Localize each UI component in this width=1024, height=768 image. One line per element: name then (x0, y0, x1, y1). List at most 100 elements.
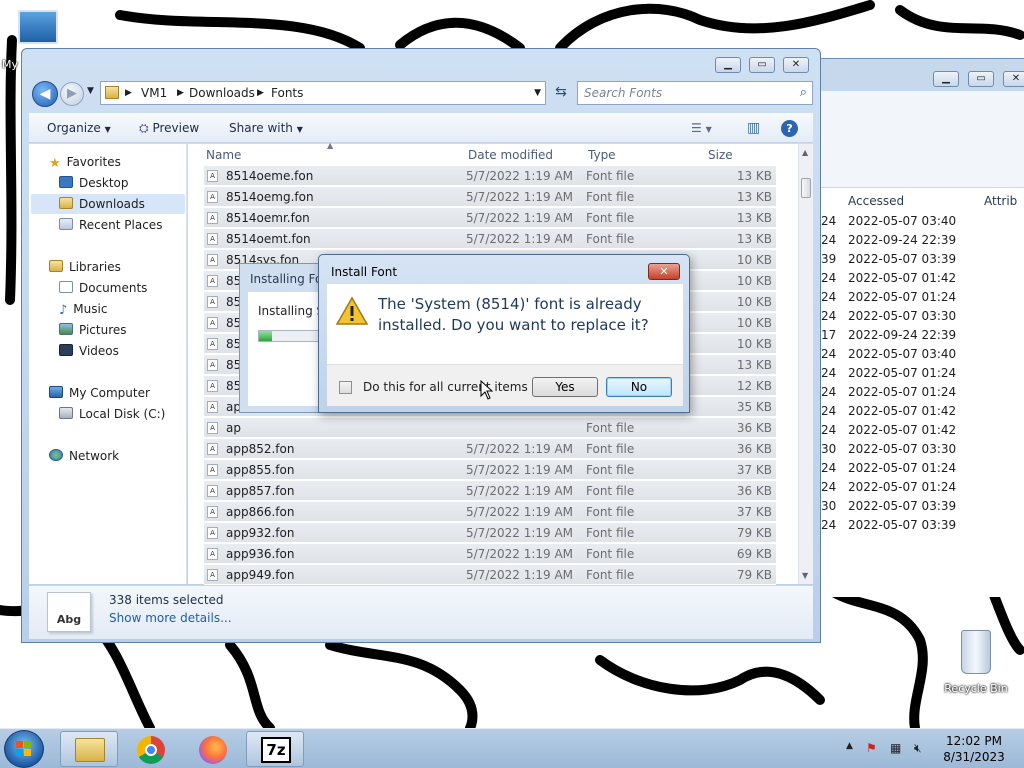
minimize-button[interactable]: ▁ (933, 71, 959, 87)
close-button[interactable]: ✕ (648, 263, 680, 280)
vertical-scrollbar[interactable]: ▲ ▼ (798, 144, 813, 584)
share-with-button[interactable]: Share with ▼ (229, 113, 303, 145)
desktop-icon-my-computer[interactable]: My (0, 10, 60, 71)
preview-pane-icon[interactable]: ▥ (747, 113, 760, 143)
file-row[interactable]: Aapp852.fon 5/7/2022 1:19 AM Font file 36 K… (204, 439, 776, 459)
breadcrumb-fonts[interactable]: Fonts (271, 82, 303, 104)
nav-my-computer[interactable]: My Computer (49, 383, 150, 403)
preview-button[interactable]: ⛭ Preview (139, 113, 199, 143)
file-row[interactable]: Aapp932.fon 5/7/2022 1:19 AM Font file 79 K… (204, 523, 776, 543)
taskbar-firefox[interactable] (184, 731, 242, 767)
file-row[interactable]: Aapp866.fon 5/7/2022 1:19 AM Font file 37 K… (204, 502, 776, 522)
background-file-row[interactable]: 24 2022-05-07 01:24 (821, 383, 1024, 402)
font-file-icon: A (207, 401, 218, 413)
breadcrumb-downloads[interactable]: Downloads (189, 82, 255, 104)
address-dropdown-icon[interactable]: ▼ (534, 82, 541, 104)
file-row[interactable]: Aapp855.fon 5/7/2022 1:19 AM Font file 37 K… (204, 460, 776, 480)
column-date-modified[interactable]: Date modified (468, 148, 553, 162)
column-attrib[interactable]: Attrib (984, 194, 1017, 208)
nav-desktop[interactable]: Desktop (59, 173, 129, 193)
background-file-row[interactable]: 24 2022-05-07 03:40 (821, 212, 1024, 231)
file-row[interactable]: Aapp857.fon 5/7/2022 1:19 AM Font file 36 K… (204, 481, 776, 501)
file-size: 35 KB (736, 400, 772, 414)
file-row[interactable]: A 8514oemg.fon 5/7/2022 1:19 AM Font file 13… (204, 187, 776, 207)
file-row[interactable]: Aap Font file 36 KB (204, 418, 776, 438)
apply-to-all-label[interactable]: Do this for all current items (363, 380, 528, 394)
refresh-button[interactable]: ⇆ (550, 81, 572, 105)
back-button[interactable]: ◀ (32, 81, 58, 107)
network-status-icon[interactable]: ▦ (890, 741, 901, 755)
scrollbar-thumb[interactable] (801, 178, 811, 198)
nav-documents[interactable]: Documents (59, 278, 147, 298)
background-file-row[interactable]: 24 2022-05-07 01:42 (821, 421, 1024, 440)
apply-to-all-checkbox[interactable] (339, 381, 352, 394)
taskbar-explorer[interactable] (60, 731, 118, 767)
background-file-row[interactable]: 24 2022-05-07 01:24 (821, 478, 1024, 497)
desktop-icon-recycle-bin[interactable]: Recycle Bin (940, 630, 1012, 695)
background-file-row[interactable]: 24 2022-09-24 22:39 (821, 231, 1024, 250)
scroll-up-icon[interactable]: ▲ (802, 148, 808, 157)
maximize-button[interactable]: ▭ (968, 71, 994, 87)
view-options-button[interactable]: ☰ ▼ (691, 113, 712, 145)
background-file-row[interactable]: 24 2022-05-07 01:42 (821, 402, 1024, 421)
file-row[interactable]: A 8514oemt.fon 5/7/2022 1:19 AM Font file 13… (204, 229, 776, 249)
nav-libraries[interactable]: Libraries (49, 257, 121, 277)
minimize-button[interactable]: ▁ (715, 57, 741, 73)
nav-downloads[interactable]: Downloads (31, 194, 185, 214)
background-cell: 24 (821, 404, 837, 418)
recent-pages-button[interactable]: ▼ (87, 86, 94, 96)
nav-recent-places[interactable]: Recent Places (59, 215, 162, 235)
background-file-row[interactable]: 30 2022-05-07 03:39 (821, 497, 1024, 516)
column-name[interactable]: Name (206, 148, 241, 162)
no-button[interactable]: No (606, 377, 672, 397)
forward-button[interactable]: ▶ (60, 82, 84, 106)
taskbar-7zip[interactable]: 7z (246, 731, 304, 767)
background-file-row[interactable]: 30 2022-05-07 03:30 (821, 440, 1024, 459)
background-file-row[interactable]: 24 2022-05-07 01:24 (821, 288, 1024, 307)
file-row[interactable]: A 8514oeme.fon 5/7/2022 1:19 AM Font file 13… (204, 166, 776, 186)
nav-videos[interactable]: Videos (59, 341, 119, 361)
taskbar-chrome[interactable] (122, 731, 180, 767)
volume-muted-icon[interactable]: 🔇︎ (914, 741, 922, 756)
help-icon[interactable]: ? (781, 120, 798, 137)
nav-music[interactable]: ♪ Music (59, 299, 107, 319)
breadcrumb-vm1[interactable]: VM1 (141, 82, 167, 104)
background-file-row[interactable]: 24 2022-05-07 01:24 (821, 459, 1024, 478)
address-bar[interactable]: ▶ VM1 ▶ Downloads ▶ Fonts ▼ (100, 81, 546, 105)
background-explorer-window[interactable]: ▁ ▭ ✕ Accessed Attrib 24 2022-05-07 03:40… (812, 58, 1024, 597)
background-file-row[interactable]: 24 2022-05-07 01:24 (821, 364, 1024, 383)
column-accessed[interactable]: Accessed (848, 194, 904, 208)
yes-button[interactable]: Yes (532, 377, 598, 397)
show-more-details-link[interactable]: Show more details... (109, 611, 232, 625)
background-file-row[interactable]: 24 2022-05-07 03:40 (821, 345, 1024, 364)
nav-local-disk[interactable]: Local Disk (C:) (59, 404, 165, 424)
maximize-button[interactable]: ▭ (749, 57, 775, 73)
nav-pictures[interactable]: Pictures (59, 320, 127, 340)
show-hidden-icons-icon[interactable]: ▲ (846, 741, 853, 751)
close-button[interactable]: ✕ (783, 57, 809, 73)
file-row[interactable]: Aapp936.fon 5/7/2022 1:19 AM Font file 69 K… (204, 544, 776, 564)
background-file-row[interactable]: 17 2022-09-24 22:39 (821, 326, 1024, 345)
file-row[interactable]: Aapp949.fon 5/7/2022 1:19 AM Font file 79 K… (204, 565, 776, 585)
nav-favorites[interactable]: ★ Favorites (49, 152, 121, 172)
libraries-icon (49, 260, 63, 272)
action-center-icon[interactable]: ⚑ (866, 741, 877, 755)
column-type[interactable]: Type (588, 148, 616, 162)
close-button[interactable]: ✕ (1003, 71, 1024, 87)
column-size[interactable]: Size (708, 148, 733, 162)
background-file-row[interactable]: 24 2022-05-07 01:42 (821, 269, 1024, 288)
search-input[interactable]: Search Fonts ⌕ (577, 81, 813, 105)
file-row[interactable]: A 8514oemr.fon 5/7/2022 1:19 AM Font file 13… (204, 208, 776, 228)
file-date: 5/7/2022 1:19 AM (466, 526, 574, 540)
search-icon[interactable]: ⌕ (800, 82, 807, 104)
background-file-row[interactable]: 39 2022-05-07 03:39 (821, 250, 1024, 269)
scroll-down-icon[interactable]: ▼ (802, 571, 808, 580)
background-file-row[interactable]: 24 2022-05-07 03:30 (821, 307, 1024, 326)
organize-button[interactable]: Organize ▼ (47, 113, 111, 145)
nav-network[interactable]: Network (49, 446, 119, 466)
file-size: 79 KB (736, 568, 772, 582)
install-font-dialog[interactable]: Install Font ✕ The 'System (8514)' font … (318, 254, 690, 413)
taskbar-clock[interactable]: 12:02 PM 8/31/2023 (938, 733, 1010, 765)
background-file-row[interactable]: 24 2022-05-07 03:39 (821, 516, 1024, 535)
start-button[interactable] (4, 730, 44, 768)
